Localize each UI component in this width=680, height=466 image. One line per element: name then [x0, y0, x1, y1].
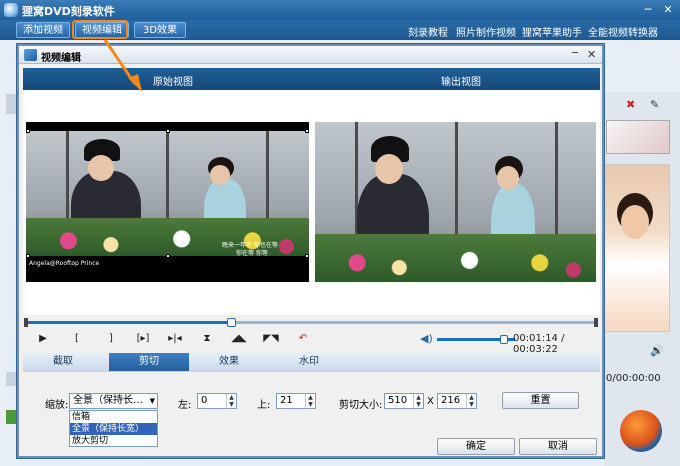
output-view-label: 输出视图	[441, 77, 481, 88]
next-frame-icon[interactable]: [▸]	[133, 330, 153, 348]
background-time: 0/00:00:00	[606, 373, 661, 384]
original-view-label: 原始视图	[153, 77, 193, 88]
dialog-title: 视频编辑	[41, 53, 81, 64]
volume-icon[interactable]: ◀)	[420, 332, 433, 345]
highlight-callout	[72, 20, 128, 39]
crop-width-stepper[interactable]: ▲ ▼	[413, 394, 423, 408]
crop-handle[interactable]	[166, 254, 170, 258]
zoom-dropdown-list[interactable]: 信箱 全景（保持长宽） 放大剪切	[69, 410, 158, 447]
timeline-start-marker[interactable]	[24, 318, 28, 327]
crop-handle[interactable]	[166, 129, 170, 133]
original-video-frame[interactable]: 晚来一年半 你也在等 你在等 你等 Angela@Rooftop Prince	[26, 122, 309, 282]
tab-crop[interactable]: 剪切	[109, 353, 189, 371]
tab-effect[interactable]: 效果	[189, 353, 269, 371]
dialog-minimize-button[interactable]: ─	[572, 48, 578, 59]
crop-x-separator: X	[427, 396, 434, 407]
cut-right-icon[interactable]: ◤◥	[261, 330, 281, 348]
background-volume-icon[interactable]: 🔊	[650, 344, 664, 357]
dialog-close-button[interactable]: ✕	[587, 48, 596, 61]
mark-in-icon[interactable]: [	[67, 330, 87, 348]
crop-height-stepper[interactable]: ▲ ▼	[466, 394, 476, 408]
crop-width-input[interactable]: 510 ▲ ▼	[384, 393, 424, 409]
delete-icon[interactable]: ✖	[626, 98, 638, 111]
left-offset-stepper[interactable]: ▲ ▼	[226, 394, 236, 408]
thumbnail-image[interactable]	[606, 120, 670, 154]
timeline-slider[interactable]	[24, 318, 598, 327]
timeline-progress	[26, 321, 232, 324]
burn-button[interactable]	[620, 410, 662, 452]
zoom-option-letterbox[interactable]: 信箱	[70, 411, 157, 423]
split-icon[interactable]: ⧗	[197, 330, 217, 348]
link-video-converter[interactable]: 全能视频转换器	[588, 24, 658, 39]
top-offset-stepper[interactable]: ▲ ▼	[305, 394, 315, 408]
zoom-option-pan-scan[interactable]: 全景（保持长宽）	[70, 423, 157, 435]
ok-button[interactable]: 确定	[437, 438, 515, 455]
crop-handle[interactable]	[26, 254, 30, 258]
top-label: 上:	[257, 400, 271, 411]
zoom-label: 缩放:	[45, 400, 69, 411]
skip-end-icon[interactable]: ▸|◂	[165, 330, 185, 348]
background-right-panel: ✖ ✎ 🔊 0/00:00:00	[604, 92, 680, 466]
crop-width-value: 510	[388, 395, 408, 406]
edit-tabs: 截取 剪切 效果 水印	[23, 353, 600, 371]
cut-left-icon[interactable]: ◢◣	[229, 330, 249, 348]
play-icon[interactable]: ▶	[33, 330, 53, 348]
output-scene	[315, 122, 596, 282]
app-titlebar: 狸窝DVD刻录软件 ─ ✕	[0, 0, 680, 20]
crop-height-value: 216	[441, 395, 461, 406]
chevron-down-icon[interactable]: ▼	[150, 394, 155, 408]
preview-face	[621, 205, 649, 239]
view-header: 原始视图 输出视图	[23, 68, 600, 90]
preview-image	[604, 164, 670, 332]
minimize-button[interactable]: ─	[639, 2, 657, 18]
link-photo-to-video[interactable]: 照片制作视频	[456, 24, 516, 39]
crop-handle[interactable]	[305, 254, 309, 258]
close-button[interactable]: ✕	[659, 2, 677, 18]
tab-trim[interactable]: 截取	[23, 353, 103, 371]
watermark-text: Angela@Rooftop Prince	[29, 260, 100, 267]
output-video-frame	[315, 122, 596, 282]
link-apple-assistant[interactable]: 狸窝苹果助手	[522, 24, 582, 39]
reset-button[interactable]: 重置	[502, 392, 579, 409]
app-title: 狸窝DVD刻录软件	[22, 5, 115, 18]
zoom-select[interactable]: 全景（保持长… ▼	[69, 393, 158, 409]
add-video-button[interactable]: 添加视频	[16, 22, 70, 38]
original-scene	[26, 131, 309, 256]
crop-handle[interactable]	[26, 129, 30, 133]
3d-effect-button[interactable]: 3D效果	[134, 22, 186, 38]
left-offset-input[interactable]: 0 ▲ ▼	[197, 393, 237, 409]
volume-thumb[interactable]	[500, 335, 509, 344]
video-edit-dialog: 视频编辑 ─ ✕ 原始视图 输出视图 晚来一年半 你也在等 你在等 你等 Ang…	[17, 44, 604, 458]
subtitle-line-2: 你在等 你等	[236, 250, 268, 257]
undo-icon[interactable]: ↶	[293, 330, 313, 348]
zoom-select-value: 全景（保持长…	[73, 395, 143, 406]
crop-handle[interactable]	[305, 129, 309, 133]
crop-size-label: 剪切大小:	[339, 400, 383, 411]
crop-height-input[interactable]: 216 ▲ ▼	[437, 393, 477, 409]
dialog-titlebar: 视频编辑 ─ ✕	[19, 46, 602, 64]
link-burn-tutorial[interactable]: 刻录教程	[408, 24, 448, 39]
dialog-app-icon	[24, 49, 37, 61]
left-offset-value: 0	[201, 395, 208, 406]
edit-icon[interactable]: ✎	[650, 98, 662, 111]
left-label: 左:	[178, 400, 192, 411]
top-offset-input[interactable]: 21 ▲ ▼	[276, 393, 316, 409]
timeline-thumb[interactable]	[227, 318, 237, 327]
playback-controls: ▶ [ ] [▸] ▸|◂ ⧗ ◢◣ ◤◥ ↶ ◀) 00:01:14 / 00…	[23, 330, 600, 355]
top-offset-value: 21	[280, 395, 293, 406]
zoom-option-zoom-crop[interactable]: 放大剪切	[70, 435, 157, 447]
app-logo-icon	[4, 3, 18, 17]
playback-time: 00:01:14 / 00:03:22	[513, 333, 565, 355]
tab-watermark[interactable]: 水印	[269, 353, 349, 371]
mark-out-icon[interactable]: ]	[101, 330, 121, 348]
cancel-button[interactable]: 取消	[519, 438, 597, 455]
timeline-end-marker[interactable]	[594, 318, 598, 327]
